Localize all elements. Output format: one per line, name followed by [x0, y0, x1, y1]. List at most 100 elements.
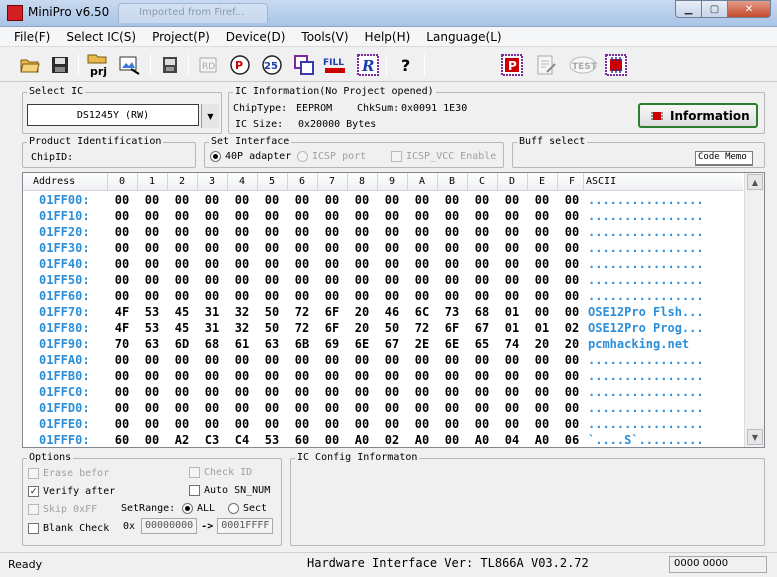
hex-cell[interactable]: 00	[287, 385, 317, 399]
hex-cell[interactable]: 00	[137, 273, 167, 287]
hex-cell[interactable]: 00	[257, 417, 287, 431]
hex-cell[interactable]: 00	[437, 433, 467, 447]
hex-cell[interactable]: 00	[437, 209, 467, 223]
hex-cell[interactable]: C4	[227, 433, 257, 447]
hex-cell[interactable]: 00	[437, 257, 467, 271]
hex-cell[interactable]: 00	[257, 369, 287, 383]
blank-check-option[interactable]: Blank Check	[28, 523, 109, 534]
hex-cell[interactable]: 00	[287, 289, 317, 303]
hex-cell[interactable]: 00	[227, 417, 257, 431]
hex-row[interactable]: 01FF40: 00 00 00 00 00 00 00 00 00 00 00 00 00 00 00 00.…	[23, 256, 743, 272]
hex-cell[interactable]: 00	[527, 289, 557, 303]
range-start-input[interactable]: 00000000	[141, 518, 198, 534]
hex-row[interactable]: 01FF90: 70 63 6D 68 61 63 6B 69 6E 67 2E 6E 65 74 20 20 p…	[23, 336, 743, 352]
hex-cell[interactable]: 00	[137, 369, 167, 383]
menu-select-ic[interactable]: Select IC(S)	[58, 27, 144, 46]
program-p-icon[interactable]: P	[500, 53, 524, 77]
row-ascii[interactable]: ................	[588, 257, 704, 271]
hex-cell[interactable]: 04	[497, 433, 527, 447]
hex-cell[interactable]: 00	[377, 273, 407, 287]
hex-cell[interactable]: 61	[227, 337, 257, 351]
hex-cell[interactable]: 00	[557, 305, 587, 319]
hex-cell[interactable]: 00	[287, 401, 317, 415]
hex-cell[interactable]: 00	[107, 385, 137, 399]
hex-cell[interactable]: 00	[257, 241, 287, 255]
minimize-button[interactable]: ▁	[675, 0, 701, 18]
hex-cell[interactable]: 00	[407, 193, 437, 207]
hex-cell[interactable]: 00	[167, 353, 197, 367]
hex-cell[interactable]: 00	[197, 369, 227, 383]
hex-cell[interactable]: 00	[347, 385, 377, 399]
hex-cell[interactable]: 00	[257, 401, 287, 415]
scroll-down-icon[interactable]: ▼	[747, 429, 763, 445]
hex-cell[interactable]: 00	[497, 401, 527, 415]
radio-40p[interactable]	[210, 151, 221, 162]
hex-cell[interactable]: 70	[107, 337, 137, 351]
verify-after-option[interactable]: ✓ Verify after	[28, 486, 115, 497]
chevron-down-icon[interactable]: ▼	[201, 104, 219, 128]
hex-cell[interactable]: 00	[467, 289, 497, 303]
hex-row[interactable]: 01FF10: 00 00 00 00 00 00 00 00 00 00 00 00 00 00 00 00.…	[23, 208, 743, 224]
hex-cell[interactable]: 01	[497, 305, 527, 319]
hex-cell[interactable]: 00	[377, 385, 407, 399]
hex-cell[interactable]: 00	[137, 193, 167, 207]
hex-cell[interactable]: 00	[167, 401, 197, 415]
hex-cell[interactable]: 00	[107, 273, 137, 287]
hex-cell[interactable]: 00	[377, 209, 407, 223]
hex-cell[interactable]: 00	[467, 241, 497, 255]
hex-cell[interactable]: 00	[467, 225, 497, 239]
hex-cell[interactable]: 00	[287, 241, 317, 255]
menu-help[interactable]: Help(H)	[357, 27, 419, 46]
hex-cell[interactable]: 00	[467, 401, 497, 415]
hex-cell[interactable]: 00	[227, 241, 257, 255]
hex-cell[interactable]: 00	[377, 353, 407, 367]
hex-cell[interactable]: 6E	[437, 337, 467, 351]
hex-cell[interactable]: 00	[227, 353, 257, 367]
hex-cell[interactable]: 00	[407, 417, 437, 431]
hex-cell[interactable]: 20	[347, 321, 377, 335]
hex-cell[interactable]: 00	[287, 369, 317, 383]
hex-cell[interactable]: 00	[137, 353, 167, 367]
hex-cell[interactable]: 00	[497, 417, 527, 431]
menu-tools[interactable]: Tools(V)	[293, 27, 356, 46]
hex-cell[interactable]: 00	[377, 417, 407, 431]
hex-cell[interactable]: C3	[197, 433, 227, 447]
hex-cell[interactable]: 00	[137, 401, 167, 415]
hex-cell[interactable]: 00	[107, 417, 137, 431]
hex-cell[interactable]: 00	[557, 225, 587, 239]
hex-cell[interactable]: 00	[197, 417, 227, 431]
hex-cell[interactable]: 00	[497, 353, 527, 367]
hex-cell[interactable]: 00	[527, 369, 557, 383]
radio-icsp[interactable]	[297, 151, 308, 162]
hex-cell[interactable]: 72	[407, 321, 437, 335]
hex-cell[interactable]: 00	[317, 353, 347, 367]
hex-cell[interactable]: 00	[557, 193, 587, 207]
save-project-icon[interactable]	[118, 53, 142, 77]
blank-check-icon[interactable]	[292, 53, 316, 77]
hex-cell[interactable]: 00	[527, 193, 557, 207]
hex-cell[interactable]: 00	[197, 257, 227, 271]
hex-cell[interactable]: 60	[287, 433, 317, 447]
hex-cell[interactable]: 00	[437, 385, 467, 399]
hex-cell[interactable]: 00	[257, 209, 287, 223]
hex-cell[interactable]: 00	[557, 289, 587, 303]
hex-cell[interactable]: 00	[437, 369, 467, 383]
hex-cell[interactable]: 00	[437, 401, 467, 415]
hex-row[interactable]: 01FFA0: 00 00 00 00 00 00 00 00 00 00 00 00 00 00 00 00.…	[23, 352, 743, 368]
hex-row[interactable]: 01FFF0: 60 00 A2 C3 C4 53 60 00 A0 02 A0 00 A0 04 A0 06 `…	[23, 432, 743, 447]
hex-cell[interactable]: 02	[557, 321, 587, 335]
hex-cell[interactable]: 00	[527, 417, 557, 431]
hex-cell[interactable]: 00	[347, 193, 377, 207]
hex-cell[interactable]: 00	[137, 417, 167, 431]
hex-cell[interactable]: 00	[317, 289, 347, 303]
hex-cell[interactable]: 00	[557, 385, 587, 399]
range-sect-option[interactable]: Sect	[228, 503, 267, 514]
hex-cell[interactable]: 00	[167, 225, 197, 239]
hex-cell[interactable]: 00	[407, 273, 437, 287]
row-ascii[interactable]: ................	[588, 225, 704, 239]
hex-cell[interactable]: 00	[467, 417, 497, 431]
hex-cell[interactable]: 00	[257, 289, 287, 303]
hex-cell[interactable]: 00	[527, 401, 557, 415]
hex-row[interactable]: 01FFC0: 00 00 00 00 00 00 00 00 00 00 00 00 00 00 00 00.…	[23, 384, 743, 400]
hex-cell[interactable]: 45	[167, 321, 197, 335]
